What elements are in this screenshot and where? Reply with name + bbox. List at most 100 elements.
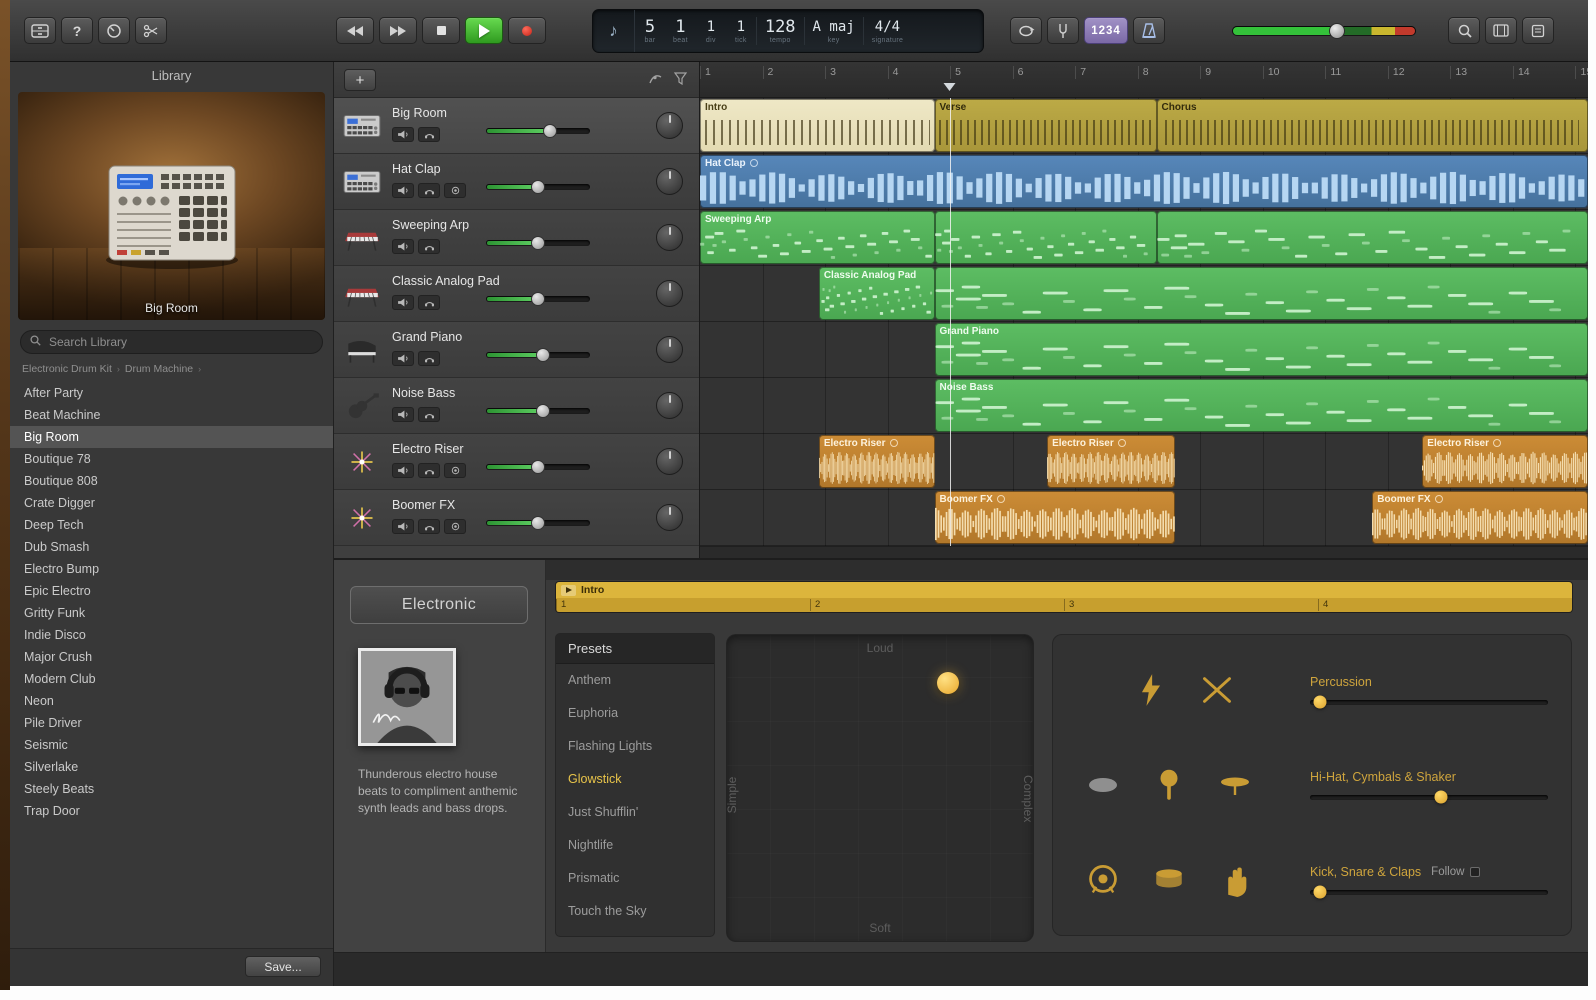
library-list-item[interactable]: Indie Disco [10, 624, 333, 646]
region[interactable]: Chorus [1156, 99, 1588, 152]
drummer-avatar[interactable] [358, 648, 456, 746]
timeline-lane[interactable]: Grand Piano [700, 322, 1588, 378]
stop-button[interactable] [422, 17, 460, 44]
quick-help-button[interactable]: ? [61, 17, 93, 44]
preset-item[interactable]: Just Shufflin' [556, 796, 714, 829]
timeline-ruler[interactable]: 123456789101112131415 [700, 62, 1588, 98]
note-pad-button[interactable] [1522, 17, 1554, 44]
library-list-item[interactable]: Epic Electro [10, 580, 333, 602]
library-list-item[interactable]: Gritty Funk [10, 602, 333, 624]
region[interactable]: Intro [700, 99, 935, 152]
play-button[interactable] [465, 17, 503, 44]
mute-button[interactable] [392, 295, 414, 310]
track-volume-slider[interactable] [486, 124, 590, 138]
timeline-lane[interactable]: Hat Clap [700, 154, 1588, 210]
cycle-button[interactable] [1010, 17, 1042, 44]
solo-button[interactable] [418, 463, 440, 478]
region[interactable]: Boomer FX [934, 491, 1176, 544]
pan-knob[interactable] [656, 336, 683, 363]
preset-item[interactable]: Glowstick [556, 763, 714, 796]
track-volume-slider[interactable] [486, 460, 590, 474]
region-play-icon[interactable] [561, 584, 576, 596]
horizontal-scrollbar[interactable] [700, 546, 1588, 558]
library-list-item[interactable]: Dub Smash [10, 536, 333, 558]
track-header[interactable]: Boomer FX [334, 490, 699, 546]
mute-button[interactable] [392, 463, 414, 478]
genre-button[interactable]: Electronic [350, 586, 528, 624]
region[interactable]: Electro Riser [1422, 435, 1588, 488]
cymbal-icon[interactable] [1216, 766, 1254, 804]
track-header[interactable]: Hat Clap [334, 154, 699, 210]
breadcrumb-item[interactable]: Electronic Drum Kit [22, 363, 112, 375]
preset-item[interactable]: Euphoria [556, 697, 714, 730]
library-list-item[interactable]: Silverlake [10, 756, 333, 778]
shaker-icon[interactable] [1084, 766, 1122, 804]
track-header[interactable]: Electro Riser [334, 434, 699, 490]
input-button[interactable] [444, 183, 466, 198]
solo-button[interactable] [418, 239, 440, 254]
timeline-lane[interactable]: Electro Riser Electro Riser Electro Riser [700, 434, 1588, 490]
apple-loops-button[interactable] [1448, 17, 1480, 44]
track-volume-slider[interactable] [486, 292, 590, 306]
forward-button[interactable] [379, 17, 417, 44]
lcd-display[interactable]: ♪ 5 bar 1 beat 1 div 1 tick 128 tempo A maj ke… [592, 9, 984, 53]
save-button[interactable]: Save... [245, 956, 321, 977]
library-list-item[interactable]: Trap Door [10, 800, 333, 822]
region[interactable]: Noise Bass [934, 379, 1588, 432]
track-header[interactable]: Grand Piano [334, 322, 699, 378]
solo-button[interactable] [418, 407, 440, 422]
pan-knob[interactable] [656, 112, 683, 139]
editor-region-ruler[interactable]: Intro 1 2 3 4 [556, 582, 1572, 612]
library-list-item[interactable]: After Party [10, 382, 333, 404]
volume-handle[interactable] [536, 348, 551, 362]
slider-handle[interactable] [1313, 695, 1327, 709]
pan-knob[interactable] [656, 224, 683, 251]
input-button[interactable] [444, 463, 466, 478]
region[interactable]: Electro Riser [1047, 435, 1176, 488]
track-volume-slider[interactable] [486, 404, 590, 418]
library-list-item[interactable]: Crate Digger [10, 492, 333, 514]
track-header[interactable]: Big Room [334, 98, 699, 154]
pan-knob[interactable] [656, 448, 683, 475]
mute-button[interactable] [392, 183, 414, 198]
region[interactable]: Boomer FX [1372, 491, 1588, 544]
track-volume-slider[interactable] [486, 180, 590, 194]
library-search-field[interactable] [20, 330, 323, 354]
library-list-item[interactable]: Boutique 808 [10, 470, 333, 492]
region[interactable]: Classic Analog Pad [818, 267, 935, 320]
pan-knob[interactable] [656, 504, 683, 531]
preset-item[interactable]: Prismatic [556, 862, 714, 895]
volume-handle[interactable] [531, 460, 545, 474]
region[interactable]: Hat Clap [700, 155, 1588, 208]
claps-icon[interactable] [1216, 861, 1254, 899]
kick-drum-icon[interactable] [1084, 861, 1122, 899]
follow-checkbox[interactable] [1470, 866, 1481, 877]
region[interactable]: Grand Piano [934, 323, 1588, 376]
timeline[interactable]: 123456789101112131415 IntroVerseChorusHa… [700, 62, 1588, 558]
timeline-lane[interactable]: Noise Bass [700, 378, 1588, 434]
pan-knob[interactable] [656, 168, 683, 195]
media-browser-button[interactable] [1485, 17, 1517, 44]
slider-handle[interactable] [1313, 885, 1327, 899]
volume-handle[interactable] [531, 292, 545, 306]
control-slider[interactable] [1310, 695, 1548, 709]
library-list-item[interactable]: Pile Driver [10, 712, 333, 734]
playhead-marker-icon[interactable] [943, 83, 956, 97]
solo-button[interactable] [418, 295, 440, 310]
track-volume-slider[interactable] [486, 236, 590, 250]
mute-button[interactable] [392, 407, 414, 422]
count-in-button[interactable]: 1234 [1084, 17, 1128, 44]
add-track-button[interactable]: + [344, 69, 376, 91]
track-filter-button[interactable] [673, 72, 688, 90]
timeline-lane[interactable]: Sweeping Arp [700, 210, 1588, 266]
solo-button[interactable] [418, 351, 440, 366]
library-list-item[interactable]: Steely Beats [10, 778, 333, 800]
xy-pad-puck[interactable] [936, 672, 959, 695]
breadcrumb-item[interactable]: Drum Machine [125, 363, 193, 375]
preset-item[interactable]: Nightlife [556, 829, 714, 862]
pan-knob[interactable] [656, 392, 683, 419]
preset-item[interactable]: Flashing Lights [556, 730, 714, 763]
tuner-button[interactable] [1047, 17, 1079, 44]
solo-button[interactable] [418, 519, 440, 534]
drumsticks-icon[interactable] [1198, 671, 1236, 709]
